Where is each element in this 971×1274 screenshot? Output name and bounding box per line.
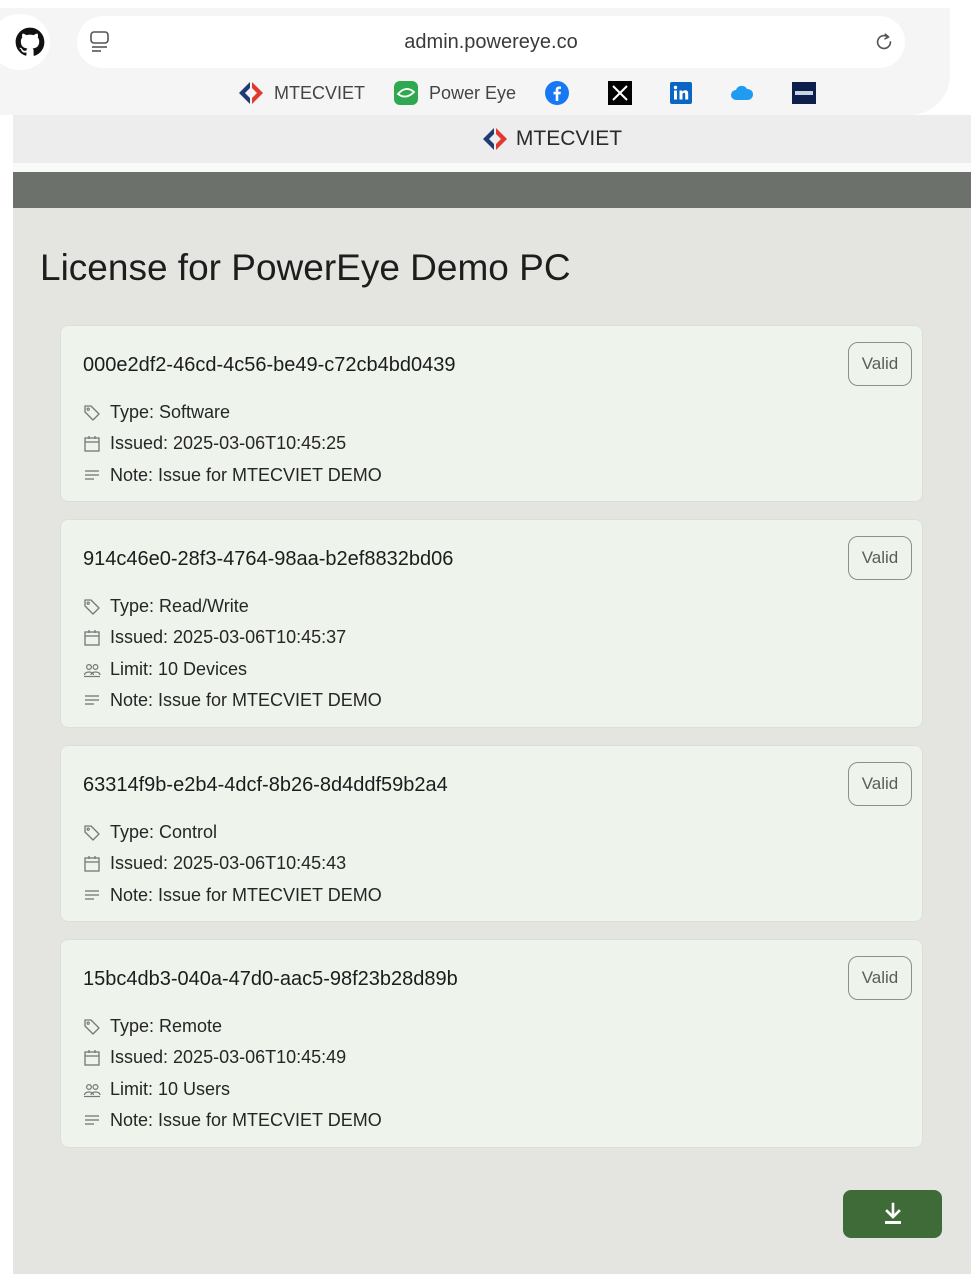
license-limit: Limit: 10 Devices	[110, 659, 248, 679]
license-issued: Issued: 2025-03-06T10:45:49	[110, 1047, 347, 1067]
license-card: 000e2df2-46cd-4c56-be49-c72cb4bd0439 Val…	[60, 325, 923, 502]
tag-icon	[83, 404, 101, 422]
download-icon	[882, 1202, 904, 1226]
calendar-icon	[83, 1049, 101, 1067]
license-type-row: Type: Control	[83, 822, 217, 843]
divider	[13, 163, 971, 172]
page-title: License for PowerEye Demo PC	[40, 247, 571, 288]
facebook-icon	[544, 80, 570, 106]
tag-icon	[83, 598, 101, 616]
calendar-icon	[83, 855, 101, 873]
license-limit: Limit: 10 Users	[110, 1079, 231, 1099]
brand[interactable]: MTECVIET	[482, 127, 622, 151]
license-note: Note: Issue for MTECVIET DEMO	[110, 1110, 382, 1130]
notes-icon	[83, 1112, 101, 1130]
license-issued: Issued: 2025-03-06T10:45:43	[110, 853, 347, 873]
calendar-icon	[83, 629, 101, 647]
license-id: 63314f9b-e2b4-4dcf-8b26-8d4ddf59b2a4	[83, 774, 448, 796]
users-icon	[83, 1081, 101, 1099]
license-id: 15bc4db3-040a-47d0-aac5-98f23b28d89b	[83, 968, 458, 990]
status-badge[interactable]: Valid	[848, 956, 912, 1000]
license-card: 63314f9b-e2b4-4dcf-8b26-8d4ddf59b2a4 Val…	[60, 745, 923, 922]
license-issued: Issued: 2025-03-06T10:45:37	[110, 627, 347, 647]
license-issued: Issued: 2025-03-06T10:45:25	[110, 433, 347, 453]
license-type-row: Type: Software	[83, 402, 230, 423]
mtecviet-logo-icon	[238, 81, 264, 105]
bookmark-linkedin[interactable]	[670, 82, 702, 104]
brand-label: MTECVIET	[515, 127, 623, 150]
license-type: Type: Remote	[110, 1016, 223, 1036]
bookmark-mtecviet[interactable]: MTECVIET	[238, 81, 365, 105]
bookmark-label: MTECVIET	[274, 82, 366, 103]
license-note-row: Note: Issue for MTECVIET DEMO	[83, 885, 382, 906]
license-card: 914c46e0-28f3-4764-98aa-b2ef8832bd06 Val…	[60, 519, 923, 728]
license-note: Note: Issue for MTECVIET DEMO	[110, 690, 382, 710]
notes-icon	[83, 692, 101, 710]
license-note: Note: Issue for MTECVIET DEMO	[110, 885, 382, 905]
bookmark-cloud[interactable]	[730, 85, 764, 101]
license-note-row: Note: Issue for MTECVIET DEMO	[83, 690, 382, 711]
license-type-row: Type: Read/Write	[83, 596, 249, 617]
license-issued-row: Issued: 2025-03-06T10:45:37	[83, 627, 346, 648]
bookmark-crbc[interactable]	[792, 82, 826, 104]
license-id: 000e2df2-46cd-4c56-be49-c72cb4bd0439	[83, 354, 456, 376]
url-text[interactable]: admin.powereye.co	[77, 31, 905, 54]
notes-icon	[83, 467, 101, 485]
address-bar[interactable]: admin.powereye.co	[77, 16, 905, 68]
github-icon	[15, 27, 45, 57]
reload-icon[interactable]	[873, 31, 895, 58]
users-icon	[83, 661, 101, 679]
status-badge[interactable]: Valid	[848, 536, 912, 580]
license-limit-row: Limit: 10 Users	[83, 1079, 230, 1100]
tag-icon	[83, 1018, 101, 1036]
bookmarks-bar: MTECVIET Power Eye	[238, 79, 854, 107]
license-type-row: Type: Remote	[83, 1016, 222, 1037]
license-id: 914c46e0-28f3-4764-98aa-b2ef8832bd06	[83, 548, 454, 570]
license-type: Type: Control	[110, 822, 218, 842]
browser-chrome: admin.powereye.co MTECVIET Power Eye	[0, 0, 971, 115]
license-card: 15bc4db3-040a-47d0-aac5-98f23b28d89b Val…	[60, 939, 923, 1148]
download-button[interactable]	[843, 1190, 942, 1238]
tag-icon	[83, 824, 101, 842]
calendar-icon	[83, 435, 101, 453]
mtecviet-logo-icon	[482, 127, 508, 151]
license-note: Note: Issue for MTECVIET DEMO	[110, 465, 382, 485]
license-issued-row: Issued: 2025-03-06T10:45:43	[83, 853, 346, 874]
crbc-icon	[792, 82, 817, 104]
notes-icon	[83, 887, 101, 905]
bookmark-power-eye[interactable]: Power Eye	[393, 81, 516, 105]
linkedin-icon	[670, 82, 693, 104]
cloud-icon	[730, 85, 754, 101]
status-badge[interactable]: Valid	[848, 342, 912, 386]
license-type: Type: Read/Write	[110, 596, 249, 616]
bookmark-facebook[interactable]	[544, 80, 580, 106]
x-icon	[608, 81, 633, 105]
license-type: Type: Software	[110, 402, 231, 422]
status-badge[interactable]: Valid	[848, 762, 912, 806]
license-issued-row: Issued: 2025-03-06T10:45:25	[83, 433, 346, 454]
app-container: MTECVIET License for PowerEye Demo PC 00…	[13, 115, 971, 1274]
license-issued-row: Issued: 2025-03-06T10:45:49	[83, 1047, 346, 1068]
license-note-row: Note: Issue for MTECVIET DEMO	[83, 465, 382, 486]
header-band	[13, 172, 971, 208]
power-eye-logo-icon	[393, 81, 419, 105]
bookmark-label: Power Eye	[429, 82, 517, 103]
license-limit-row: Limit: 10 Devices	[83, 659, 247, 680]
bookmark-x[interactable]	[608, 81, 642, 105]
license-note-row: Note: Issue for MTECVIET DEMO	[83, 1110, 382, 1131]
app-bar: MTECVIET	[13, 115, 971, 163]
